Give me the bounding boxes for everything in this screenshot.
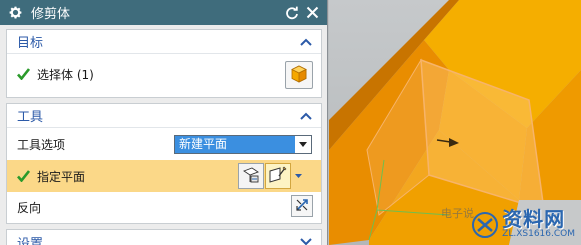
target-section: 目标 选择体 (1) — [6, 29, 322, 98]
reverse-row: 反向 — [7, 192, 321, 223]
settings-section-label: 设置 — [17, 236, 44, 245]
tool-section: 工具 工具选项 新建平面 指定平面 反向 — [6, 103, 322, 224]
watermark-faint-text: 电子说 — [441, 207, 474, 220]
dialog-titlebar: 修剪体 — [0, 0, 327, 25]
select-body-row[interactable]: 选择体 (1) — [7, 59, 321, 89]
tool-option-value: 新建平面 — [175, 136, 295, 153]
specify-plane-label: 指定平面 — [37, 169, 86, 184]
settings-section: 设置 — [6, 229, 322, 245]
tool-option-row: 工具选项 新建平面 — [7, 128, 321, 161]
site-watermark: 资料网 ZL.XS1616.COM — [471, 209, 575, 239]
close-icon[interactable] — [303, 4, 321, 22]
chevron-up-icon[interactable] — [299, 35, 313, 49]
solid-body-icon — [289, 64, 309, 87]
dropdown-arrow-icon[interactable] — [295, 136, 311, 153]
tool-section-header[interactable]: 工具 — [7, 104, 321, 128]
tool-section-label: 工具 — [17, 110, 44, 125]
plane-dialog-button[interactable] — [238, 163, 264, 189]
chevron-up-icon[interactable] — [299, 109, 313, 123]
target-section-header[interactable]: 目标 — [7, 30, 321, 54]
chevron-down-icon[interactable] — [299, 235, 313, 245]
watermark-main-text: 资料网 — [502, 207, 566, 231]
watermark-logo-icon — [472, 212, 499, 238]
select-body-label: 选择体 (1) — [37, 67, 94, 82]
check-icon — [17, 67, 31, 81]
reverse-label: 反向 — [17, 201, 42, 215]
plane-inferred-icon — [268, 165, 288, 188]
dialog-title: 修剪体 — [31, 7, 71, 22]
graphics-viewport[interactable]: 电子说 资料网 ZL.XS1616.COM — [329, 0, 581, 245]
target-section-label: 目标 — [17, 36, 44, 51]
reset-icon[interactable] — [283, 4, 301, 22]
select-body-button[interactable] — [285, 61, 313, 89]
trim-body-dialog: 修剪体 目标 选择体 (1) 工具 工具选项 新建平面 指定平面 反向 设置 — [0, 0, 328, 245]
plane-inferred-button[interactable] — [265, 163, 291, 189]
plane-dialog-icon — [242, 166, 260, 187]
check-icon — [17, 169, 31, 183]
watermark-sub-text: ZL.XS1616.COM — [502, 229, 575, 239]
reverse-direction-icon — [294, 197, 310, 216]
specify-plane-row[interactable]: 指定平面 — [7, 160, 321, 192]
reverse-direction-button[interactable] — [291, 195, 313, 217]
tool-option-dropdown[interactable]: 新建平面 — [174, 135, 312, 154]
plane-type-dropdown[interactable] — [292, 163, 304, 189]
tool-option-label: 工具选项 — [17, 138, 66, 152]
gear-icon[interactable] — [7, 5, 23, 21]
settings-section-header[interactable]: 设置 — [7, 230, 321, 245]
